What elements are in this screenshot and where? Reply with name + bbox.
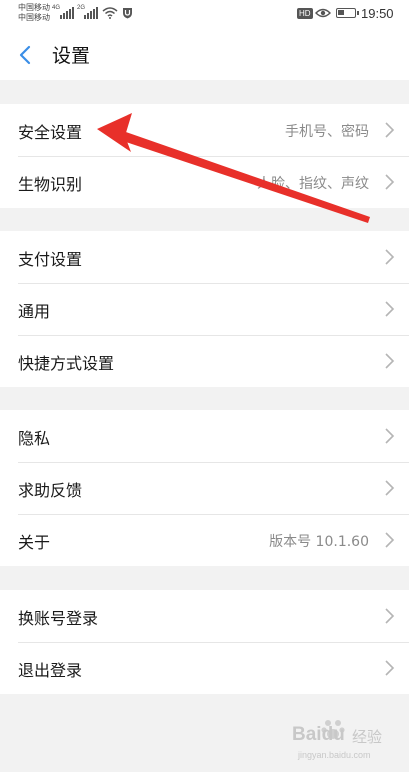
chevron-right-icon xyxy=(385,249,395,265)
watermark-url: jingyan.baidu.com xyxy=(298,750,371,760)
settings-row-logout[interactable]: 退出登录 xyxy=(0,642,409,694)
row-label: 关于 xyxy=(18,533,51,552)
settings-row-shortcuts[interactable]: 快捷方式设置 xyxy=(0,335,409,387)
signal-icon xyxy=(60,7,74,19)
row-label: 安全设置 xyxy=(18,123,83,142)
carrier-line-1: 中国移动 xyxy=(18,3,50,12)
back-chevron-icon[interactable] xyxy=(10,40,40,70)
row-label: 快捷方式设置 xyxy=(18,354,115,373)
watermark-brand: Baidu xyxy=(292,724,345,745)
row-label: 隐私 xyxy=(18,429,51,448)
chevron-right-icon xyxy=(385,480,395,496)
carrier-label: 中国移动 中国移动 xyxy=(18,3,50,23)
settings-row-general[interactable]: 通用 xyxy=(0,283,409,335)
settings-row-help-feedback[interactable]: 求助反馈 xyxy=(0,462,409,514)
app-header: 设置 xyxy=(0,28,409,80)
row-label: 换账号登录 xyxy=(18,609,99,628)
settings-group-login: 换账号登录 退出登录 xyxy=(0,590,409,694)
chevron-right-icon xyxy=(385,660,395,676)
settings-row-biometrics[interactable]: 生物识别 人脸、指纹、声纹 xyxy=(0,156,409,208)
row-value: 人脸、指纹、声纹 xyxy=(257,176,369,192)
settings-row-payment[interactable]: 支付设置 xyxy=(0,231,409,283)
settings-group-account: 安全设置 手机号、密码 生物识别 人脸、指纹、声纹 xyxy=(0,104,409,208)
row-label: 通用 xyxy=(18,302,51,321)
chevron-right-icon xyxy=(385,428,395,444)
settings-row-privacy[interactable]: 隐私 xyxy=(0,410,409,462)
settings-row-security[interactable]: 安全设置 手机号、密码 xyxy=(0,104,409,156)
row-label: 支付设置 xyxy=(18,250,83,269)
status-bar: 中国移动 中国移动 4G 2G HD 19:50 xyxy=(0,0,409,28)
chevron-right-icon xyxy=(385,174,395,190)
shield-icon xyxy=(123,8,132,19)
baidu-watermark: Baidu 经验 jingyan.baidu.com xyxy=(290,716,400,764)
chevron-right-icon xyxy=(385,122,395,138)
page-title: 设置 xyxy=(52,45,91,67)
chevron-right-icon xyxy=(385,301,395,317)
chevron-right-icon xyxy=(385,608,395,624)
row-value: 手机号、密码 xyxy=(285,124,369,140)
signal-icon-2 xyxy=(84,7,98,19)
network-type-1: 4G xyxy=(52,5,61,11)
settings-row-about[interactable]: 关于 版本号 10.1.60 xyxy=(0,514,409,566)
wifi-icon xyxy=(102,7,118,19)
clock: 19:50 xyxy=(361,6,394,21)
row-value: 版本号 10.1.60 xyxy=(269,534,369,550)
settings-row-switch-account[interactable]: 换账号登录 xyxy=(0,590,409,642)
eye-comfort-icon xyxy=(315,8,331,18)
watermark-sub: 经验 xyxy=(352,729,383,746)
chevron-right-icon xyxy=(385,532,395,548)
row-label: 生物识别 xyxy=(18,175,83,194)
row-label: 退出登录 xyxy=(18,661,83,680)
row-label: 求助反馈 xyxy=(18,481,83,500)
settings-group-general: 支付设置 通用 快捷方式设置 xyxy=(0,231,409,387)
carrier-line-2: 中国移动 xyxy=(18,13,50,22)
hd-call-badge: HD xyxy=(297,8,313,19)
battery-icon xyxy=(336,8,359,18)
settings-group-info: 隐私 求助反馈 关于 版本号 10.1.60 xyxy=(0,410,409,566)
chevron-right-icon xyxy=(385,353,395,369)
